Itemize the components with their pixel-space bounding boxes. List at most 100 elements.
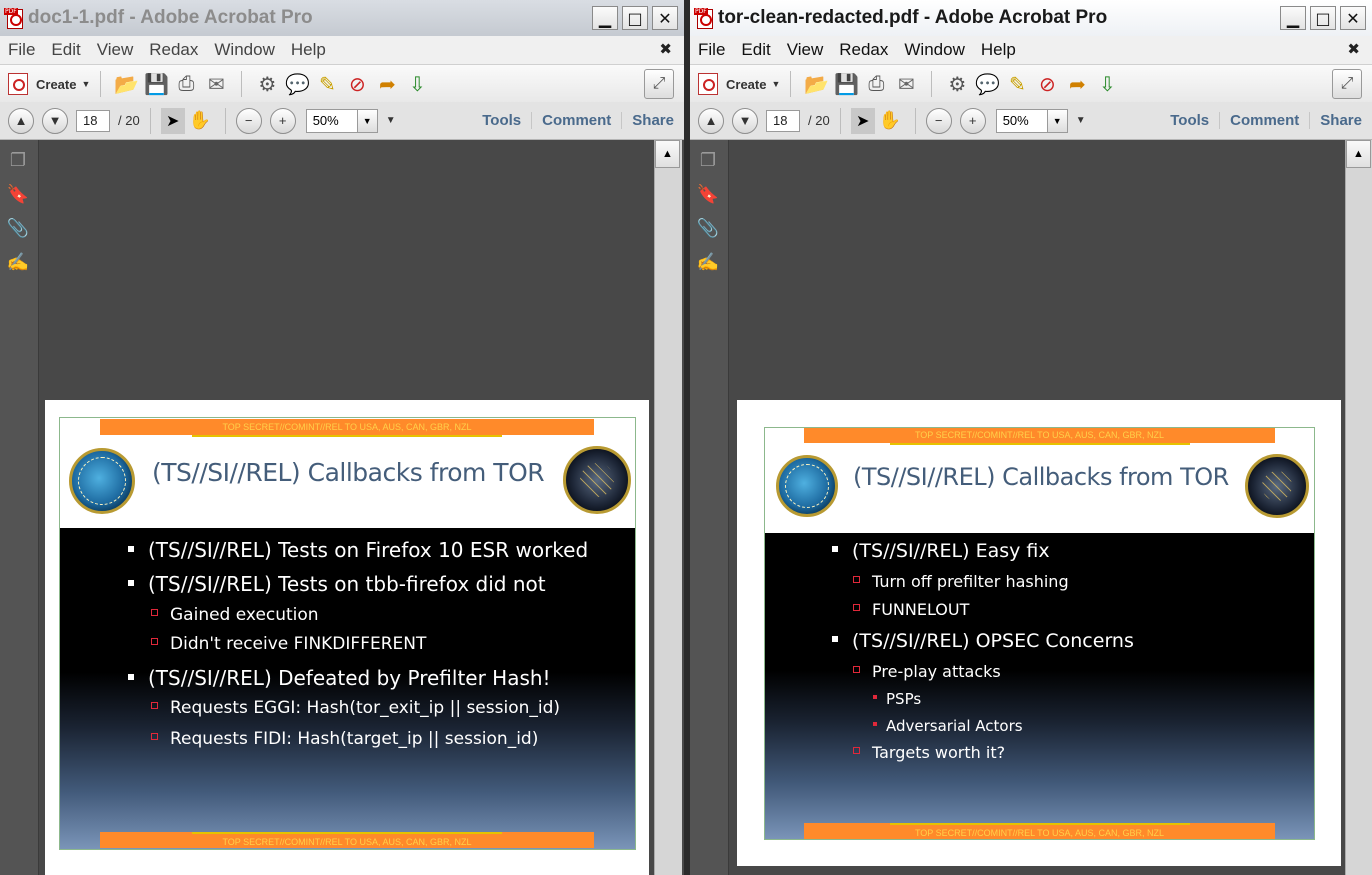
expand-icon[interactable]: ⤢ <box>644 69 674 99</box>
slide: TOP SECRET//COMINT//REL TO USA, AUS, CAN… <box>59 417 636 850</box>
previous-page-button[interactable]: ▲ <box>698 107 724 134</box>
delete-page-icon[interactable]: ⊘ <box>342 69 372 99</box>
page-number-input[interactable]: 18 <box>76 109 110 132</box>
title-bar[interactable]: PDF tor-clean-redacted.pdf - Adobe Acrob… <box>690 0 1372 36</box>
bullet-item: Didn't receive FINKDIFFERENT <box>151 634 426 654</box>
menu-view[interactable]: View <box>779 40 832 60</box>
settings-gear-icon[interactable]: ⚙ <box>252 69 282 99</box>
close-button[interactable]: ✕ <box>652 6 678 30</box>
print-icon[interactable]: ⎙ <box>171 69 201 99</box>
banner-text: TOP SECRET//COMINT//REL TO USA, AUS, CAN… <box>192 832 502 849</box>
comment-bubble-icon[interactable]: 💬 <box>972 69 1002 99</box>
close-document-icon[interactable]: ✖ <box>1347 40 1360 58</box>
bookmarks-icon[interactable]: 🔖 <box>6 182 30 206</box>
print-icon[interactable]: ⎙ <box>861 69 891 99</box>
comment-pane-link[interactable]: Comment <box>1219 112 1309 129</box>
menu-redax[interactable]: Redax <box>141 40 206 60</box>
menu-window[interactable]: Window <box>206 40 282 60</box>
scroll-up-arrow-icon[interactable]: ▲ <box>1346 140 1371 168</box>
email-icon[interactable]: ✉ <box>201 69 231 99</box>
highlight-pen-icon[interactable]: ✎ <box>312 69 342 99</box>
menu-window[interactable]: Window <box>896 40 972 60</box>
create-button[interactable]: Create ▼ <box>8 73 90 95</box>
bullet-item: Targets worth it? <box>853 743 1005 762</box>
select-cursor-icon[interactable]: ➤ <box>850 107 875 134</box>
signatures-icon[interactable]: ✍ <box>696 250 720 274</box>
toolbar-separator <box>241 71 243 97</box>
menu-file[interactable]: File <box>0 40 43 60</box>
open-folder-icon[interactable]: 📂 <box>801 69 831 99</box>
toolbar-separator <box>100 71 102 97</box>
minimize-button[interactable]: ▁ <box>1280 6 1306 30</box>
expand-icon[interactable]: ⤢ <box>1332 69 1362 99</box>
upload-icon[interactable]: ⇩ <box>402 69 432 99</box>
menu-redax[interactable]: Redax <box>831 40 896 60</box>
save-icon[interactable]: 💾 <box>141 69 171 99</box>
zoom-out-button[interactable]: − <box>235 107 262 134</box>
navigation-pane: ❐ 🔖 📎 ✍ <box>0 140 39 875</box>
slide-body: (TS//SI//REL) Tests on Firefox 10 ESR wo… <box>60 528 635 849</box>
hand-tool-icon[interactable]: ✋ <box>185 106 215 136</box>
signatures-icon[interactable]: ✍ <box>6 250 30 274</box>
more-tools-dropdown-icon[interactable]: ▼ <box>386 115 396 126</box>
save-icon[interactable]: 💾 <box>831 69 861 99</box>
more-tools-dropdown-icon[interactable]: ▼ <box>1076 115 1086 126</box>
zoom-out-button[interactable]: − <box>925 107 952 134</box>
email-icon[interactable]: ✉ <box>891 69 921 99</box>
dnt-seal-logo <box>563 446 631 514</box>
share-pane-link[interactable]: Share <box>621 112 684 129</box>
pages-icon[interactable]: ❐ <box>696 148 720 172</box>
menu-help[interactable]: Help <box>283 40 334 60</box>
maximize-button[interactable]: □ <box>622 6 648 30</box>
tools-pane-link[interactable]: Tools <box>472 112 531 129</box>
open-folder-icon[interactable]: 📂 <box>111 69 141 99</box>
pages-icon[interactable]: ❐ <box>6 148 30 172</box>
tools-pane-link[interactable]: Tools <box>1160 112 1219 129</box>
document-area[interactable]: TOP SECRET//COMINT//REL TO USA, AUS, CAN… <box>729 140 1345 875</box>
toolbar-separator <box>149 107 151 134</box>
attachments-icon[interactable]: 📎 <box>696 216 720 240</box>
vertical-scrollbar[interactable]: ▲ <box>654 140 682 875</box>
hand-tool-icon[interactable]: ✋ <box>875 106 905 136</box>
bookmarks-icon[interactable]: 🔖 <box>696 182 720 206</box>
main-toolbar: Create ▼ 📂 💾 ⎙ ✉ ⚙ 💬 ✎ ⊘ ➦ ⇩ ⤢ <box>690 64 1372 104</box>
comment-bubble-icon[interactable]: 💬 <box>282 69 312 99</box>
vertical-scrollbar[interactable]: ▲ <box>1345 140 1372 875</box>
bullet-item: Requests FIDI: Hash(target_ip || session… <box>151 729 538 749</box>
menu-view[interactable]: View <box>89 40 142 60</box>
document-area[interactable]: TOP SECRET//COMINT//REL TO USA, AUS, CAN… <box>39 140 654 875</box>
close-button[interactable]: ✕ <box>1340 6 1366 30</box>
page-number-input[interactable]: 18 <box>766 109 800 132</box>
zoom-dropdown-icon[interactable]: ▼ <box>1047 108 1068 133</box>
maximize-button[interactable]: □ <box>1310 6 1336 30</box>
zoom-input[interactable]: 50% <box>995 108 1048 133</box>
zoom-dropdown-icon[interactable]: ▼ <box>357 108 378 133</box>
comment-pane-link[interactable]: Comment <box>531 112 621 129</box>
share-pane-link[interactable]: Share <box>1309 112 1372 129</box>
page-total: / 20 <box>808 113 830 128</box>
next-page-button[interactable]: ▼ <box>42 107 68 134</box>
chevron-down-icon: ▼ <box>771 79 781 89</box>
scroll-up-arrow-icon[interactable]: ▲ <box>655 140 680 168</box>
menu-help[interactable]: Help <box>973 40 1024 60</box>
menu-file[interactable]: File <box>690 40 733 60</box>
highlight-pen-icon[interactable]: ✎ <box>1002 69 1032 99</box>
delete-page-icon[interactable]: ⊘ <box>1032 69 1062 99</box>
zoom-input[interactable]: 50% <box>305 108 358 133</box>
menu-edit[interactable]: Edit <box>733 40 778 60</box>
export-icon[interactable]: ➦ <box>1062 69 1092 99</box>
attachments-icon[interactable]: 📎 <box>6 216 30 240</box>
menu-edit[interactable]: Edit <box>43 40 88 60</box>
zoom-in-button[interactable]: + <box>959 107 986 134</box>
next-page-button[interactable]: ▼ <box>732 107 758 134</box>
settings-gear-icon[interactable]: ⚙ <box>942 69 972 99</box>
upload-icon[interactable]: ⇩ <box>1092 69 1122 99</box>
create-button[interactable]: Create ▼ <box>698 73 780 95</box>
close-document-icon[interactable]: ✖ <box>659 40 672 58</box>
select-cursor-icon[interactable]: ➤ <box>160 107 185 134</box>
zoom-in-button[interactable]: + <box>269 107 296 134</box>
export-icon[interactable]: ➦ <box>372 69 402 99</box>
minimize-button[interactable]: ▁ <box>592 6 618 30</box>
title-bar[interactable]: PDF doc1-1.pdf - Adobe Acrobat Pro ▁ □ ✕ <box>0 0 684 36</box>
previous-page-button[interactable]: ▲ <box>8 107 34 134</box>
